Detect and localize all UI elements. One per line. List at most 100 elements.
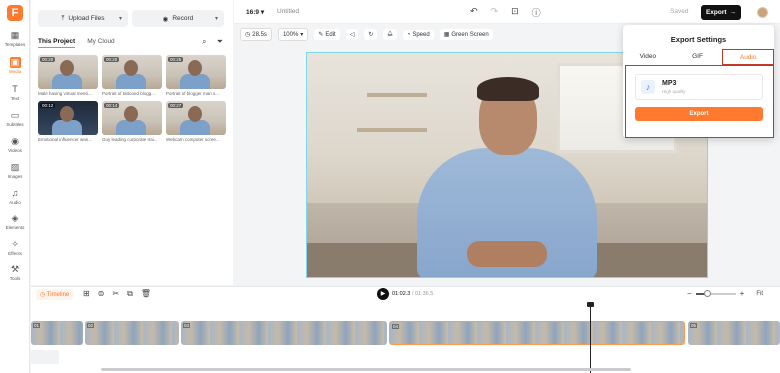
format-option-mp3[interactable]: ♪ MP3 High quality	[635, 74, 763, 100]
timeline-clip[interactable]: 03	[181, 321, 387, 345]
green-screen-icon: ▦	[443, 32, 450, 38]
chevron-down-icon[interactable]: ▾	[215, 15, 218, 22]
rail-item-label: Images	[7, 174, 23, 179]
media-thumbnail[interactable]: 00:25 Portrait of blogger man s...	[166, 55, 226, 96]
media-thumbnail[interactable]: 00:20 Male having virtual meeti...	[38, 55, 98, 96]
video-track: 01 02 03 04 05	[31, 321, 780, 345]
rail-item-audio[interactable]: ♫ Audio	[0, 188, 30, 212]
screenshot-icon[interactable]: ⊡	[511, 6, 519, 19]
tools-icon: ⚒	[10, 264, 20, 274]
media-thumbnail[interactable]: 00:12 Emotional influencer wan...	[38, 101, 98, 142]
volume-button[interactable]: ◁	[345, 29, 359, 40]
format-quality: High quality	[662, 89, 686, 94]
popover-title: Export Settings	[670, 35, 727, 44]
panel-tools: ⌕ ⏷	[202, 37, 223, 47]
rail-item-media[interactable]: ▣ Media	[0, 57, 30, 81]
elements-icon: ◈	[11, 213, 19, 223]
trash-icon[interactable]: 🗑	[141, 289, 151, 299]
playhead[interactable]	[590, 302, 591, 373]
speed-button[interactable]: ◔ Speed	[402, 29, 434, 40]
tab-my-cloud[interactable]: My Cloud	[87, 38, 114, 48]
tab-this-project[interactable]: This Project	[38, 38, 76, 48]
play-button[interactable]: ▶	[377, 288, 389, 300]
rail-item-effects[interactable]: ✧ Effects	[0, 239, 30, 263]
upload-files-button[interactable]: ⤒ Upload Files ▾	[38, 10, 128, 27]
effects-icon: ✧	[11, 239, 19, 249]
rail-item-label: Templates	[4, 42, 26, 47]
media-thumbnail[interactable]: 00:20 Portrait of tattooed blogg...	[102, 55, 162, 96]
media-thumbnail[interactable]: 00:14 Guy leading corporate trai...	[102, 101, 162, 142]
rail-item-label: Elements	[5, 225, 25, 230]
rail-item-label: Tools	[9, 276, 21, 281]
help-icon[interactable]: ⓘ	[532, 6, 541, 19]
filter-icon[interactable]: ⏷	[217, 37, 223, 47]
thumb-person-body	[52, 74, 82, 89]
chevron-down-icon[interactable]: ▾	[119, 15, 122, 22]
thumb-person-head	[60, 106, 74, 122]
undo-icon[interactable]: ↶	[470, 6, 478, 19]
app-logo[interactable]: F	[7, 5, 23, 21]
rail-item-images[interactable]: ▨ Images	[0, 162, 30, 186]
thumb-person-head	[188, 106, 202, 122]
record-button[interactable]: ◉ Record ▾	[132, 10, 224, 27]
subtitles-icon: ▭	[10, 110, 20, 120]
green-screen-button[interactable]: ▦ Green Screen	[439, 29, 493, 40]
project-title[interactable]: Untitled	[277, 8, 299, 15]
rotate-button[interactable]: ↻	[364, 29, 378, 40]
thumb-person-head	[124, 106, 138, 122]
timeline-scrollbar[interactable]	[101, 368, 631, 371]
fit-button[interactable]: Fit	[756, 291, 763, 297]
clip-number: 04	[392, 324, 400, 329]
duration-badge: 00:20	[40, 57, 56, 62]
timeline-clip[interactable]: 02	[85, 321, 179, 345]
timeline-tools: ⊞ ⊜ ✂ ⧉ 🗑	[83, 289, 151, 299]
rail-item-elements[interactable]: ◈ Elements	[0, 213, 30, 237]
rail-item-subtitles[interactable]: ▭ Subtitles	[0, 110, 30, 134]
avatar[interactable]	[757, 7, 768, 18]
zoom-slider[interactable]	[695, 289, 736, 297]
clock-icon: ◷	[245, 32, 251, 38]
upload-files-label: Upload Files	[68, 15, 105, 22]
shelf	[357, 128, 427, 132]
clip-number: 01	[33, 323, 41, 328]
export-button[interactable]: Export →	[701, 5, 741, 20]
flip-button[interactable]: ⧋	[383, 29, 397, 40]
tab-gif[interactable]: GIF	[673, 49, 723, 65]
left-nav-rail: F ▦ Templates ▣ Media T Text ▭ Subtitles ◉ Videos…	[0, 0, 30, 373]
thumbnail-caption: Portrait of tattooed blogg...	[102, 91, 156, 96]
timeline-icon: ◷	[40, 292, 47, 298]
rail-item-videos[interactable]: ◉ Videos	[0, 136, 30, 160]
canvas-toolbar: ◷ 28.5s 100% ▾ ✎ Edit ◁ ↻ ⧋ ◔ Speed ▦ Green …	[240, 27, 493, 42]
media-thumbnail[interactable]: 00:27 Webcam computer scree...	[166, 101, 226, 142]
rail-item-tools[interactable]: ⚒ Tools	[0, 264, 30, 288]
tab-video[interactable]: Video	[623, 49, 673, 65]
timeline-clip[interactable]: 01	[31, 321, 83, 345]
search-icon[interactable]: ⌕	[202, 37, 206, 47]
timeline-clip[interactable]: 04	[389, 321, 685, 345]
timeline-clip[interactable]: 05	[688, 321, 780, 345]
duration-control[interactable]: ◷ 28.5s	[240, 28, 272, 41]
tab-audio[interactable]: Audio	[722, 49, 775, 65]
aspect-ratio-select[interactable]: 16:9 ▾	[246, 8, 264, 16]
timeline-toggle[interactable]: ◷ Timeline	[36, 289, 74, 300]
popover-export-button[interactable]: Export	[635, 107, 763, 121]
add-track-button[interactable]	[31, 350, 59, 364]
zoom-knob[interactable]	[704, 289, 712, 297]
rail-item-label: Text	[10, 96, 20, 101]
add-clip-icon[interactable]: ⊞	[83, 289, 90, 299]
duplicate-icon[interactable]: ⧉	[127, 289, 133, 299]
zoom-in-icon[interactable]: +	[740, 289, 745, 298]
thumb-person-head	[188, 60, 202, 76]
record-label: Record	[172, 15, 194, 22]
thumb-person-head	[124, 60, 138, 76]
redo-icon[interactable]: ↷	[491, 6, 499, 19]
split-audio-icon[interactable]: ⊜	[98, 289, 105, 299]
rail-item-templates[interactable]: ▦ Templates	[0, 30, 30, 54]
thumb-person-head	[60, 60, 74, 76]
edit-button[interactable]: ✎ Edit	[314, 29, 340, 40]
scissors-icon[interactable]: ✂	[112, 289, 119, 299]
media-panel: ⤒ Upload Files ▾ ◉ Record ▾ This Project…	[31, 0, 233, 285]
zoom-select[interactable]: 100% ▾	[277, 28, 309, 41]
rail-item-text[interactable]: T Text	[0, 84, 30, 108]
zoom-out-icon[interactable]: −	[687, 289, 692, 298]
